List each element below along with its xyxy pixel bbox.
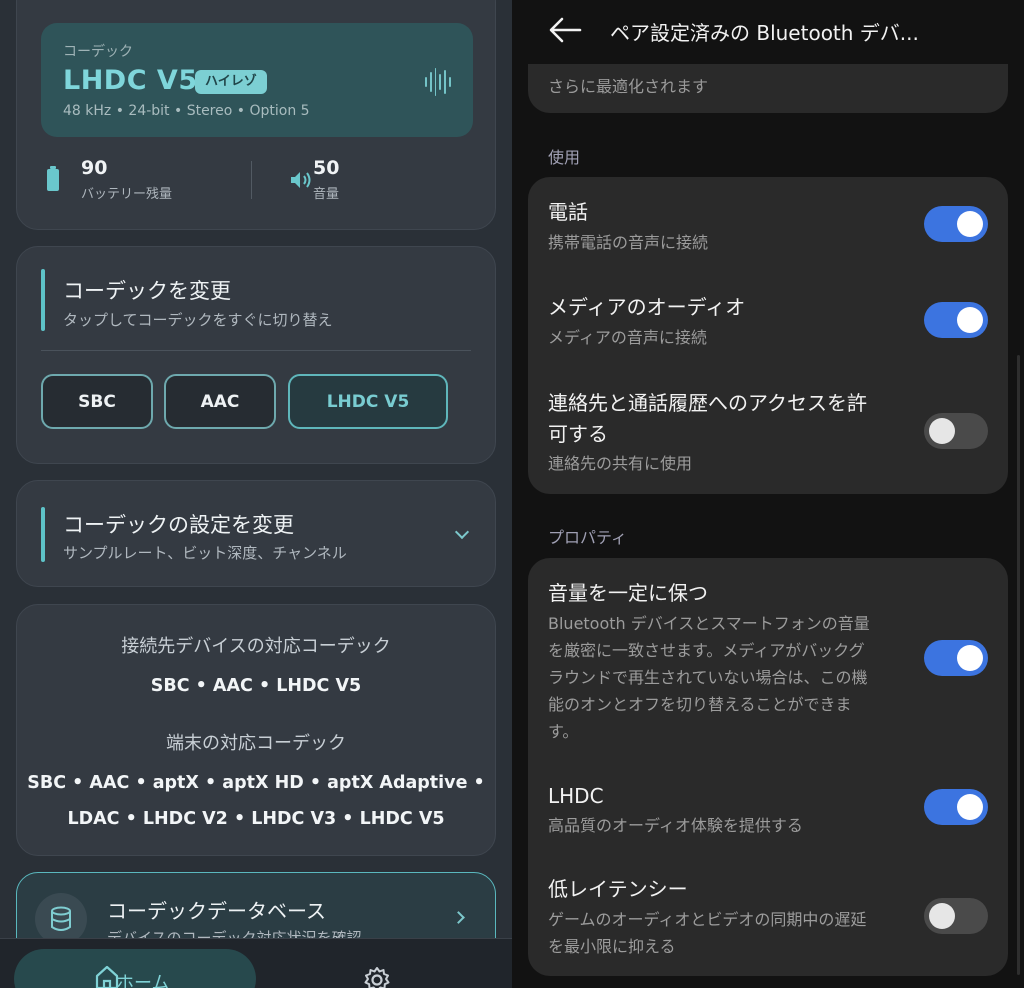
contacts-access-subtitle: 連絡先の共有に使用 [548,454,693,473]
codec-settings-title: コーデックの設定を変更 [63,513,294,537]
current-codec-box: コーデック LHDC V5 ハイレゾ 48 kHz • 24-bit • Ste… [41,23,473,137]
phone-audio-subtitle: 携帯電話の音声に接続 [548,233,709,252]
battery-value: 90 [81,157,108,179]
change-codec-subtitle: タップしてコーデックをすぐに切り替え [63,311,333,329]
change-codec-card: コーデックを変更 タップしてコーデックをすぐに切り替え SBC AAC LHDC… [16,246,496,464]
codec-detail: 48 kHz • 24-bit • Stereo • Option 5 [63,103,310,119]
codec-app-panel: コーデック LHDC V5 ハイレゾ 48 kHz • 24-bit • Ste… [0,0,512,988]
optimize-text: さらに最適化されます [548,77,709,96]
audio-wave-icon [425,67,451,97]
volume-stat: 50 音量 [313,157,339,202]
accent-bar [41,507,45,562]
low-latency-title: 低レイテンシー [548,877,688,901]
lhdc-title: LHDC [548,784,604,808]
lhdc-subtitle: 高品質のオーディオ体験を提供する [548,816,803,835]
usage-section-label: 使用 [548,148,581,167]
phone-codecs-list-line1: SBC • AAC • aptX • aptX HD • aptX Adapti… [27,773,485,793]
keep-volume-desc-line1: Bluetooth デバイスとスマートフォンの音量 [548,614,870,633]
lhdc-toggle[interactable] [924,789,988,825]
properties-card: 音量を一定に保つ Bluetooth デバイスとスマートフォンの音量 を厳密に一… [528,558,1008,976]
keep-volume-desc-line4: 能のオンとオフを切り替えることができま [548,695,852,714]
database-title: コーデックデータベース [107,899,326,923]
volume-label: 音量 [313,187,340,202]
codec-status-card: コーデック LHDC V5 ハイレゾ 48 kHz • 24-bit • Ste… [16,0,496,230]
keep-volume-desc-line2: を厳密に一致させます。メディアがバックグ [548,641,865,660]
low-latency-desc-line2: を最小限に抑える [548,937,676,956]
nav-home-label[interactable]: ホーム [116,969,169,988]
bottom-navigation: ホーム [0,938,512,988]
chevron-down-icon[interactable] [454,524,470,540]
codec-name: LHDC V5 [63,65,198,96]
chevron-right-icon [452,911,465,924]
media-audio-subtitle: メディアの音声に接続 [548,328,707,347]
codec-button-sbc[interactable]: SBC [41,374,153,429]
app-bar: ペア設定済みの Bluetooth デバ... [512,0,1024,64]
keep-volume-toggle[interactable] [924,640,988,676]
volume-value: 50 [313,157,340,179]
device-codecs-heading: 接続先デバイスの対応コーデック [121,636,391,657]
usage-card: 電話 携帯電話の音声に接続 メディアのオーディオ メディアの音声に接続 連絡先と… [528,177,1008,494]
keep-volume-title: 音量を一定に保つ [548,581,708,605]
phone-audio-toggle[interactable] [924,206,988,242]
accent-bar [41,269,45,331]
speaker-icon [291,172,311,188]
codec-button-aac[interactable]: AAC [164,374,276,429]
low-latency-toggle[interactable] [924,898,988,934]
codec-settings-card[interactable]: コーデックの設定を変更 サンプルレート、ビット深度、チャンネル [16,480,496,587]
codec-button-lhdc-v5[interactable]: LHDC V5 [288,374,448,429]
contacts-access-title-line1: 連絡先と通話履歴へのアクセスを許 [548,391,867,415]
scrollbar[interactable] [1017,355,1020,975]
contacts-access-title-line2: 可する [548,422,608,446]
device-codecs-list: SBC • AAC • LHDC V5 [150,676,362,696]
battery-icon [47,166,59,191]
hires-badge: ハイレゾ [195,70,267,94]
stat-divider [251,161,252,199]
battery-stat: 90 バッテリー残量 [81,157,172,202]
back-arrow-icon[interactable] [548,16,582,44]
media-audio-toggle[interactable] [924,302,988,338]
keep-volume-desc-line5: す。 [548,722,579,741]
media-audio-title: メディアのオーディオ [548,295,746,319]
supported-codecs-card: 接続先デバイスの対応コーデック SBC • AAC • LHDC V5 端末の対… [16,604,496,856]
keep-volume-desc-line3: ラウンドで再生されていない場合は、この機 [548,668,868,687]
battery-label: バッテリー残量 [81,187,173,202]
phone-codecs-list-line2: LDAC • LHDC V2 • LHDC V3 • LHDC V5 [67,809,445,829]
phone-audio-title: 電話 [548,200,588,224]
codec-settings-subtitle: サンプルレート、ビット深度、チャンネル [63,544,347,562]
divider [41,350,471,351]
contacts-access-toggle[interactable] [924,413,988,449]
properties-section-label: プロパティ [548,528,628,547]
page-title: ペア設定済みの Bluetooth デバ... [610,21,919,45]
phone-codecs-heading: 端末の対応コーデック [166,733,346,754]
bluetooth-settings-panel: さらに最適化されます ペア設定済みの Bluetooth デバ... 使用 電話… [512,0,1024,988]
change-codec-title: コーデックを変更 [63,279,231,303]
low-latency-desc-line1: ゲームのオーディオとビデオの同期中の遅延 [548,910,867,929]
codec-caption: コーデック [63,44,133,60]
gear-icon[interactable] [362,965,392,988]
